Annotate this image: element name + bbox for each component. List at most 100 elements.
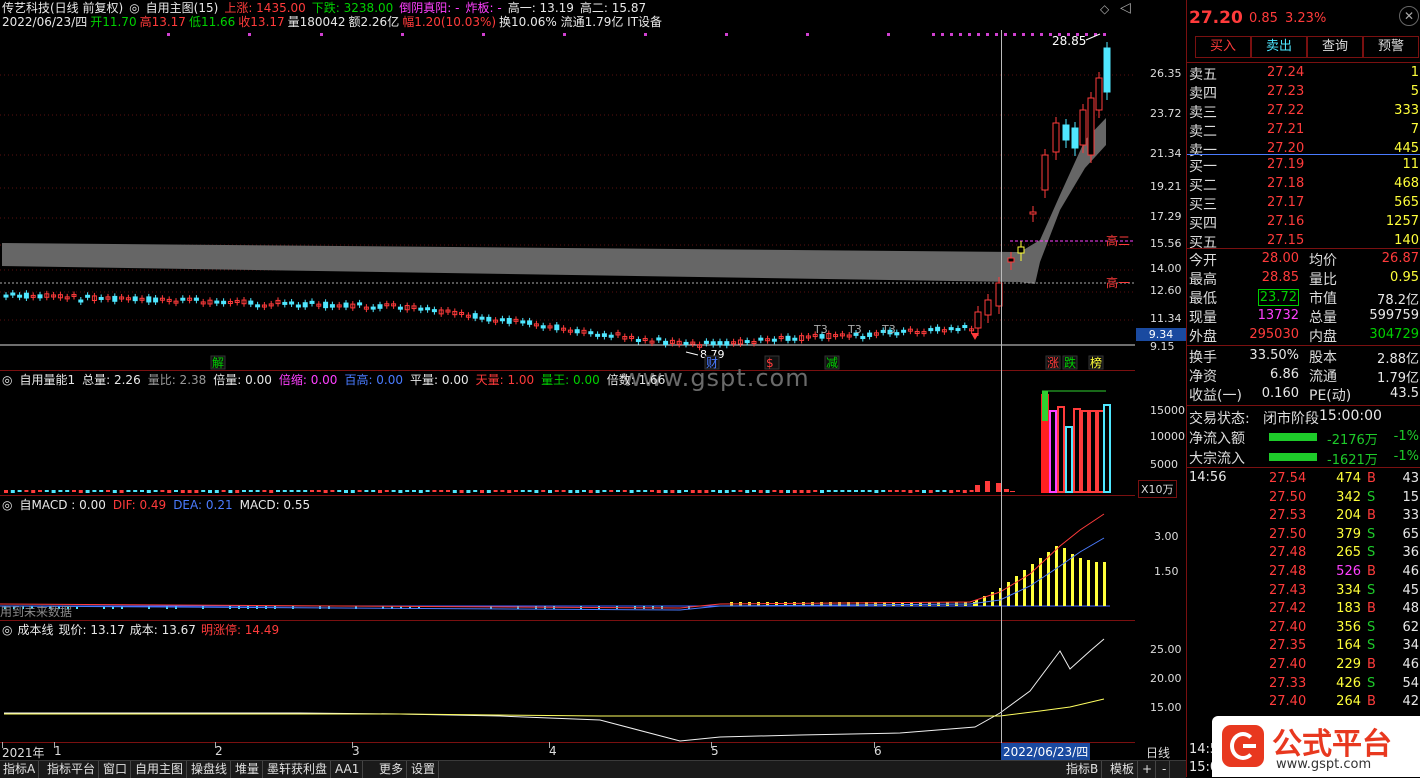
volume-bar (391, 490, 396, 492)
status-right-tab[interactable]: - (1159, 761, 1171, 778)
bid-label: 买四 (1189, 216, 1217, 232)
candle (948, 327, 954, 331)
volume-bar (792, 490, 797, 493)
candle (717, 341, 723, 346)
quote-button-1[interactable]: 卖出 (1251, 36, 1307, 58)
chart-close-icon[interactable]: ◁ (1120, 0, 1131, 16)
stat-label: 今开 (1189, 253, 1217, 269)
bid-price: 27.15 (1267, 233, 1305, 248)
candle (1062, 124, 1070, 141)
chart-minimize-icon[interactable]: ◇ (1100, 2, 1109, 16)
period-label[interactable]: 日线 (1146, 744, 1170, 761)
candle (758, 337, 764, 341)
candle (282, 301, 288, 305)
candle (472, 313, 478, 319)
time-axis: 2021年 1 2 3 4 5 6 2022/06/23/四 日线 (0, 742, 1186, 760)
trade-state-label: 交易状态: (1189, 411, 1250, 427)
bid-label: 买二 (1189, 178, 1217, 194)
candlestick-chart[interactable]: 高二高一28.858.79T3 T3 T3解财 $ 减涨跌榜 (0, 0, 1135, 370)
volume-scale: 15000 10000 5000 X10万 (1136, 371, 1186, 498)
status-tab[interactable]: 设置 (408, 761, 440, 778)
t3-label: T3 (847, 323, 862, 336)
bid-volume: 1257 (1385, 214, 1419, 229)
status-tab[interactable]: 窗口 (100, 761, 132, 778)
volume-bar (208, 490, 212, 493)
tick-side: B (1367, 601, 1376, 617)
status-tab[interactable]: 堆量 (232, 761, 264, 778)
volume-bar (446, 490, 450, 492)
macd-panel[interactable]: ◎ 自MACD : 0.00 DIF: 0.49 DEA: 0.21 MACD: 0.5… (0, 496, 1135, 621)
status-right-tab[interactable]: 指标B (1063, 761, 1103, 778)
volume-bar (337, 490, 342, 492)
tick-volume: 229 (1336, 657, 1361, 672)
volume-bar (214, 490, 219, 493)
quote-button-3[interactable]: 预警 (1363, 36, 1419, 58)
volume-bar (1103, 404, 1111, 493)
signal-dot (1103, 33, 1106, 36)
volume-bar (1004, 489, 1009, 492)
tick-count: 34 (1402, 638, 1419, 654)
candle (343, 302, 349, 308)
time-label: 2 (215, 744, 223, 758)
volume-bar (282, 490, 287, 492)
macd-bar (166, 606, 168, 609)
volume-bar (418, 490, 423, 493)
volume-bar (915, 490, 920, 492)
tick-count: 43 (1402, 471, 1419, 486)
signal-dot (995, 33, 998, 36)
stat-label: PE(动) (1309, 388, 1352, 404)
status-tab[interactable]: 墨轩获利盘 (264, 761, 332, 778)
volume-panel[interactable]: ◎ 自用量能1 总量: 2.26 量比: 2.38 倍量: 0.00 倍缩: 0.00 百高… (0, 371, 1135, 496)
volume-tick: 15000 (1150, 404, 1185, 417)
ask-label: 卖二 (1189, 124, 1217, 140)
time-tick (352, 742, 353, 748)
status-right-tab[interactable]: 模板 (1107, 761, 1139, 778)
candle (3, 294, 9, 298)
volume-bar (72, 490, 76, 492)
tick-side: B (1367, 694, 1376, 710)
ask-price: 27.21 (1267, 122, 1305, 137)
signal-dot (1022, 33, 1025, 36)
volume-bar (833, 490, 838, 492)
volume-bar (813, 490, 818, 492)
candle (377, 304, 383, 309)
status-tab[interactable]: 更多 (376, 761, 408, 778)
bid-volume: 140 (1394, 233, 1419, 248)
tick-time: 14:56 (1189, 470, 1227, 485)
candle (425, 307, 431, 311)
close-quote-icon[interactable]: ✕ (1399, 6, 1419, 26)
macd-bar (1063, 548, 1066, 606)
tick-side: S (1367, 638, 1376, 654)
quote-button-2[interactable]: 查询 (1307, 36, 1363, 58)
signal-dot (1040, 33, 1043, 36)
volume-bar (350, 490, 355, 493)
volume-tick: 10000 (1150, 430, 1185, 443)
candle (540, 325, 546, 329)
volume-bar (51, 490, 56, 493)
volume-bar (643, 490, 648, 492)
signal-dot (977, 33, 980, 36)
candle (1071, 127, 1079, 149)
status-right-tab[interactable]: + (1139, 761, 1157, 778)
status-tab[interactable]: 指标A (0, 761, 40, 778)
signal-dot (563, 33, 566, 36)
signal-dot (1031, 33, 1034, 36)
volume-bar (146, 490, 151, 493)
stat-value: 0.95 (1390, 270, 1419, 285)
candle (520, 320, 526, 324)
quote-panel: 27.20 0.85 3.23% ✕ 买入 卖出 查询 预警 卖五 27.24 1 卖四 27.23 5 卖… (1186, 0, 1420, 777)
cost-panel[interactable]: ◎ 成本线 现价: 13.17 成本: 13.67 明涨停: 14.49 (0, 621, 1135, 743)
tick-volume: 356 (1336, 619, 1361, 635)
signal-dot (887, 33, 890, 36)
status-bar: 指标A 指标平台 窗口 自用主图 操盘线 堆量 墨轩获利盘 AA1 更多 设置 指标B 模板 + - (0, 760, 1186, 778)
candle (1029, 211, 1037, 215)
status-tab[interactable]: AA1 (332, 761, 364, 778)
main-chart-panel[interactable]: 传艺科技(日线 前复权) ◎ 自用主图(15) 上涨: 1435.00 下跌: 3238… (0, 0, 1135, 392)
volume-bar (432, 490, 437, 492)
status-tab[interactable]: 操盘线 (188, 761, 232, 778)
status-tab[interactable]: 指标平台 (44, 761, 100, 778)
volume-bar (922, 490, 926, 493)
quote-button-0[interactable]: 买入 (1195, 36, 1251, 58)
tick-count: 15 (1402, 489, 1419, 505)
status-tab[interactable]: 自用主图 (132, 761, 188, 778)
